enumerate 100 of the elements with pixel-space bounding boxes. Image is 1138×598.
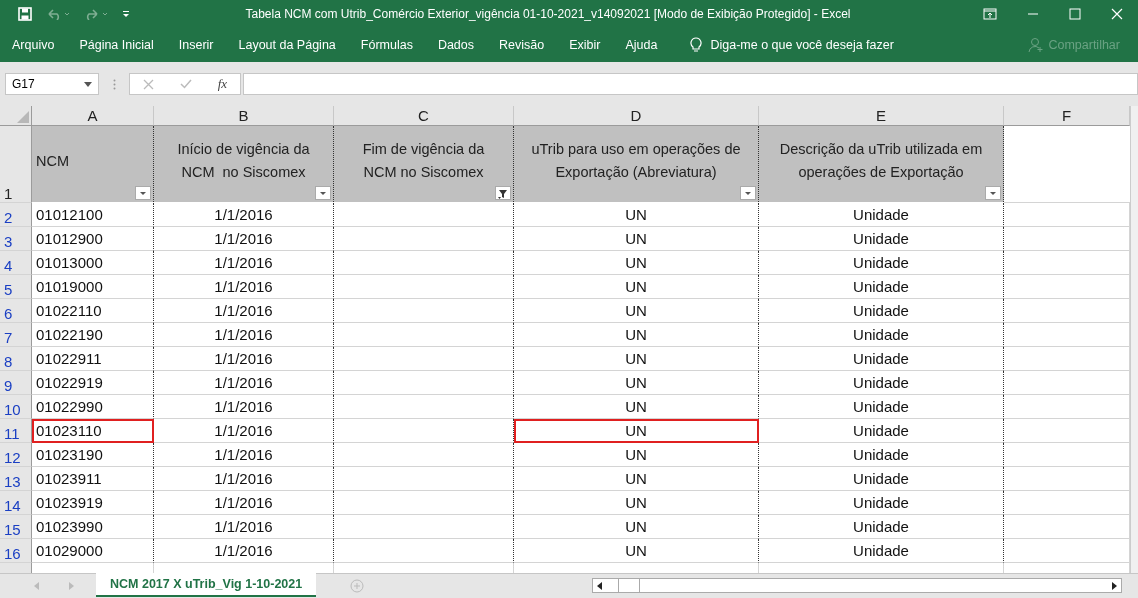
table-cell: 01022190 [32,323,154,347]
formula-field[interactable] [243,73,1138,95]
row-header[interactable]: 11 [0,419,32,443]
column-header[interactable]: B [154,106,334,126]
ribbon-tab[interactable]: Revisão [499,38,557,52]
scroll-thumb[interactable] [618,579,641,592]
row-header[interactable]: 4 [0,251,32,275]
scroll-right-icon[interactable] [1110,581,1119,590]
close-icon[interactable] [1111,8,1123,20]
column-header[interactable]: E [759,106,1004,126]
row-header[interactable]: 1 [0,126,32,203]
table-cell: 01022911 [32,347,154,371]
row-header[interactable]: 8 [0,347,32,371]
dropdown-button[interactable] [135,186,151,200]
column-header[interactable]: F [1004,106,1130,126]
table-cell: Unidade [759,323,1004,347]
table-cell: 1/1/2016 [154,275,334,299]
row-header[interactable]: 2 [0,203,32,227]
row-header[interactable] [0,563,32,573]
table-cell: 1/1/2016 [154,251,334,275]
table-cell: 1/1/2016 [154,203,334,227]
row-header[interactable]: 14 [0,491,32,515]
table-cell: UN [514,323,759,347]
table-cell: 1/1/2016 [154,371,334,395]
table-cell: UN [514,203,759,227]
table-cell: 01023919 [32,491,154,515]
table-cell: 01022990 [32,395,154,419]
table-cell: 1/1/2016 [154,419,334,443]
dropdown-button[interactable] [315,186,331,200]
lightbulb-icon[interactable] [690,37,703,53]
table-cell: Unidade [759,347,1004,371]
header-cell: Fim de vigência da NCM no Siscomex [334,126,514,202]
table-cell: 01023911 [32,467,154,491]
undo-icon[interactable] [46,8,70,20]
caret-icon [745,192,751,195]
row-header[interactable]: 10 [0,395,32,419]
table-cell: 01012900 [32,227,154,251]
row-header[interactable]: 12 [0,443,32,467]
row-header[interactable]: 6 [0,299,32,323]
save-icon[interactable] [18,7,32,21]
table-cell: 1/1/2016 [154,515,334,539]
grip-icon [112,78,116,90]
maximize-icon[interactable] [1069,8,1081,20]
table-cell: 1/1/2016 [154,323,334,347]
table-cell: Unidade [759,515,1004,539]
sheet-tab[interactable]: NCM 2017 X uTrib_Vig 1-10-2021 [96,573,317,597]
scroll-left-icon[interactable] [596,581,605,590]
dropdown-button[interactable] [740,186,756,200]
table-cell: 1/1/2016 [154,467,334,491]
redo-icon[interactable] [84,8,108,20]
check-icon[interactable] [179,79,192,89]
table-cell: UN [514,275,759,299]
row-header[interactable]: 16 [0,539,32,563]
row-header[interactable]: 7 [0,323,32,347]
name-box[interactable]: G17 [5,73,99,95]
table-cell: Unidade [759,491,1004,515]
row-header[interactable]: 9 [0,371,32,395]
row-header[interactable]: 13 [0,467,32,491]
ribbon-tab[interactable]: Layout da Página [238,38,348,52]
cancel-icon[interactable] [142,78,154,90]
table-cell: 1/1/2016 [154,443,334,467]
ribbon-display-icon[interactable] [983,8,997,20]
table-cell: 1/1/2016 [154,395,334,419]
ribbon-tab[interactable]: Arquivo [12,38,67,52]
column-header[interactable]: C [334,106,514,126]
table-cell: 01023190 [32,443,154,467]
column-header[interactable]: A [32,106,154,126]
horizontal-scrollbar[interactable] [592,578,1123,593]
tell-me-field[interactable]: Diga-me o que você deseja fazer [710,38,894,52]
ribbon-tab[interactable]: Inserir [178,38,226,52]
table-cell: UN [514,395,759,419]
caret-icon [990,192,996,195]
insert-function-button[interactable]: fx [217,76,228,92]
customize-icon[interactable] [122,10,130,18]
table-cell: UN [514,419,759,443]
table-cell: 01022919 [32,371,154,395]
row-header[interactable]: 3 [0,227,32,251]
ribbon-tab[interactable]: Fórmulas [360,38,425,52]
ribbon-tab[interactable]: Exibir [569,38,613,52]
table-cell: UN [514,299,759,323]
table-cell: Unidade [759,371,1004,395]
table-cell: Unidade [759,539,1004,563]
ribbon-tab[interactable]: Ajuda [625,38,670,52]
dropdown-button[interactable] [985,186,1001,200]
filter-button[interactable] [495,186,511,200]
table-cell: 01022110 [32,299,154,323]
vertical-scrollbar[interactable] [1130,106,1138,573]
row-header[interactable]: 5 [0,275,32,299]
header-cell: NCM [32,126,154,202]
ribbon-tab[interactable]: Página Inicial [79,38,166,52]
ribbon-tab[interactable]: Dados [437,38,487,52]
select-all-icon[interactable] [17,111,29,123]
row-header[interactable]: 15 [0,515,32,539]
table-cell: Unidade [759,419,1004,443]
caret-icon [140,192,146,195]
column-header[interactable]: D [514,106,759,126]
table-cell: 01023110 [32,419,154,443]
table-cell: UN [514,491,759,515]
add-sheet-icon[interactable] [350,579,365,593]
table-cell: 01012100 [32,203,154,227]
